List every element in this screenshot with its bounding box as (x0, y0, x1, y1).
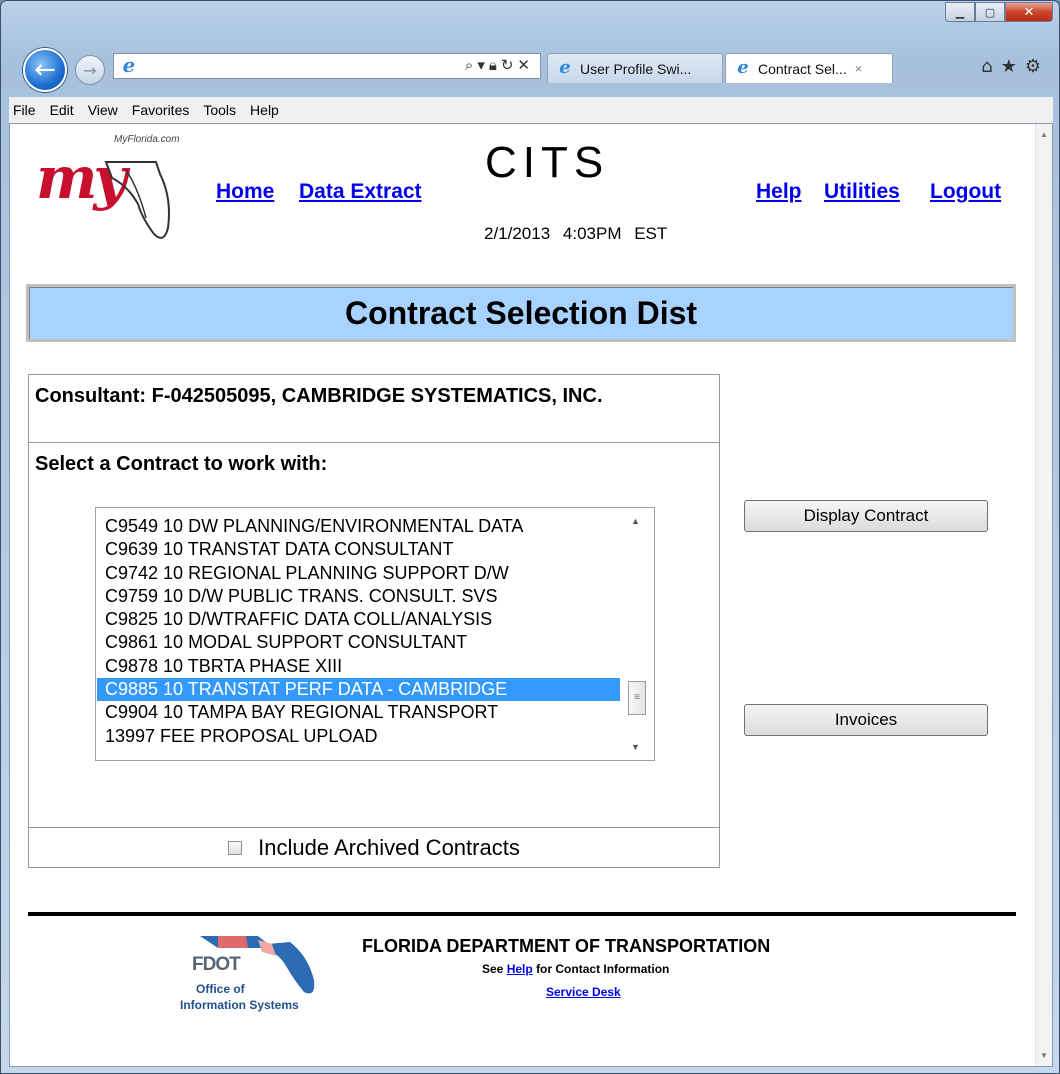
contract-options: C9549 10 DW PLANNING/ENVIRONMENTAL DATA C… (97, 515, 621, 748)
ie-tab-icon: e (737, 56, 749, 78)
home-icon[interactable]: ⌂ (981, 56, 1000, 77)
tab-label: Contract Sel... (758, 60, 847, 77)
window-controls: ▁ ▢ ✕ (945, 2, 1053, 22)
fdot-logo: FDOT Office of Information Systems (174, 924, 344, 1024)
menu-tools[interactable]: Tools (203, 102, 236, 118)
listbox-scrollbar[interactable]: ▲ ≡ ▼ (620, 508, 654, 760)
page-scrollbar[interactable]: ▲ ▼ (1035, 124, 1052, 1066)
contract-option[interactable]: C9742 10 REGIONAL PLANNING SUPPORT D/W (97, 562, 621, 585)
fdot-office-text: Office of (196, 982, 245, 996)
invoices-button[interactable]: Invoices (744, 704, 988, 736)
contact-text: for Contact Information (536, 962, 670, 976)
tab-label: User Profile Swi... (580, 60, 692, 77)
dropdown-icon[interactable]: ▾ (477, 56, 489, 74)
fdot-info-systems-text: Information Systems (180, 998, 299, 1012)
footer-help-link[interactable]: Help (507, 962, 533, 976)
contract-option[interactable]: C9904 10 TAMPA BAY REGIONAL TRANSPORT (97, 701, 621, 724)
address-actions: ⌕▾🔒︎↻✕ (465, 56, 534, 74)
forward-button[interactable]: → (75, 55, 105, 85)
scroll-down-icon[interactable]: ▼ (631, 742, 640, 752)
fdot-logo-text: FDOT (192, 954, 241, 975)
myflorida-logo[interactable]: MyFlorida.com my (32, 130, 202, 250)
consultant-info: Consultant: F-042505095, CAMBRIDGE SYSTE… (29, 375, 719, 443)
search-icon[interactable]: ⌕ (465, 56, 477, 74)
scroll-up-icon[interactable]: ▲ (631, 516, 640, 526)
contact-info: See Help for Contact Information (482, 962, 669, 976)
include-archived-checkbox[interactable] (228, 840, 243, 855)
close-window-button[interactable]: ✕ (1005, 2, 1053, 22)
contract-option[interactable]: C9861 10 MODAL SUPPORT CONSULTANT (97, 631, 621, 654)
contract-option[interactable]: C9885 10 TRANSTAT PERF DATA - CAMBRIDGE (97, 678, 621, 702)
contract-option[interactable]: C9759 10 D/W PUBLIC TRANS. CONSULT. SVS (97, 585, 621, 608)
refresh-icon[interactable]: ↻ (501, 56, 518, 74)
browser-window: ▁ ▢ ✕ ← → e ⌕▾🔒︎↻✕ e User Profile Swi...… (0, 0, 1060, 1074)
logout-link[interactable]: Logout (930, 180, 1001, 204)
address-bar[interactable]: e ⌕▾🔒︎↻✕ (113, 53, 541, 79)
browser-tools: ⌂★⚙ (981, 56, 1049, 77)
select-contract-label: Select a Contract to work with: (35, 453, 328, 475)
ie-tab-icon: e (559, 56, 571, 78)
page-title: CITS (485, 138, 610, 187)
datetime-text: 2/1/2013 4:03PM EST (484, 224, 668, 243)
menu-favorites[interactable]: Favorites (132, 102, 190, 118)
back-arrow-icon: ← (34, 55, 56, 85)
menu-help[interactable]: Help (250, 102, 279, 118)
florida-outline-icon (104, 161, 170, 239)
page-viewport: MyFlorida.com my Home Data Extract CITS … (9, 123, 1053, 1067)
logo-site-text: MyFlorida.com (114, 134, 180, 145)
page-heading: Contract Selection Dist (26, 284, 1016, 342)
contract-panel: Consultant: F-042505095, CAMBRIDGE SYSTE… (28, 374, 720, 868)
display-contract-button[interactable]: Display Contract (744, 500, 988, 532)
lock-icon[interactable]: 🔒︎ (489, 56, 501, 74)
menu-view[interactable]: View (88, 102, 118, 118)
menu-file[interactable]: File (13, 102, 36, 118)
ie-page-icon: e (122, 53, 136, 77)
back-button[interactable]: ← (23, 48, 67, 92)
favorites-star-icon[interactable]: ★ (1001, 56, 1025, 77)
contract-listbox[interactable]: C9549 10 DW PLANNING/ENVIRONMENTAL DATA C… (95, 507, 655, 761)
close-tab-icon[interactable]: × (855, 61, 863, 76)
contract-option[interactable]: C9549 10 DW PLANNING/ENVIRONMENTAL DATA (97, 515, 621, 538)
help-link[interactable]: Help (756, 180, 802, 204)
stop-icon[interactable]: ✕ (517, 56, 534, 74)
contract-option[interactable]: C9639 10 TRANSTAT DATA CONSULTANT (97, 538, 621, 561)
footer-divider (28, 912, 1016, 916)
tab-user-profile[interactable]: e User Profile Swi... (547, 53, 723, 83)
page-scroll-down-icon[interactable]: ▼ (1040, 1051, 1048, 1060)
minimize-button[interactable]: ▁ (945, 2, 975, 22)
menu-edit[interactable]: Edit (50, 102, 74, 118)
archived-row: Include Archived Contracts (29, 827, 719, 867)
maximize-button[interactable]: ▢ (975, 2, 1005, 22)
scroll-thumb[interactable]: ≡ (628, 681, 646, 715)
see-text: See (482, 962, 504, 976)
title-bar: ▁ ▢ ✕ (1, 1, 1059, 41)
contract-option[interactable]: 13997 FEE PROPOSAL UPLOAD (97, 725, 621, 748)
navigation-bar: ← → e ⌕▾🔒︎↻✕ e User Profile Swi... e Con… (1, 43, 1059, 92)
gear-icon[interactable]: ⚙ (1025, 56, 1049, 77)
contract-option[interactable]: C9878 10 TBRTA PHASE XIII (97, 655, 621, 678)
menu-bar: File Edit View Favorites Tools Help (9, 97, 1053, 123)
page-scroll-up-icon[interactable]: ▲ (1040, 130, 1048, 139)
tab-contract-selection[interactable]: e Contract Sel... × (725, 53, 893, 83)
service-desk-link[interactable]: Service Desk (546, 985, 621, 999)
department-name: FLORIDA DEPARTMENT OF TRANSPORTATION (362, 936, 771, 956)
utilities-link[interactable]: Utilities (824, 180, 900, 204)
data-extract-link[interactable]: Data Extract (299, 180, 422, 204)
home-link[interactable]: Home (216, 180, 274, 204)
forward-arrow-icon: → (83, 60, 97, 80)
contract-option[interactable]: C9825 10 D/WTRAFFIC DATA COLL/ANALYSIS (97, 608, 621, 631)
include-archived-label: Include Archived Contracts (258, 834, 520, 860)
